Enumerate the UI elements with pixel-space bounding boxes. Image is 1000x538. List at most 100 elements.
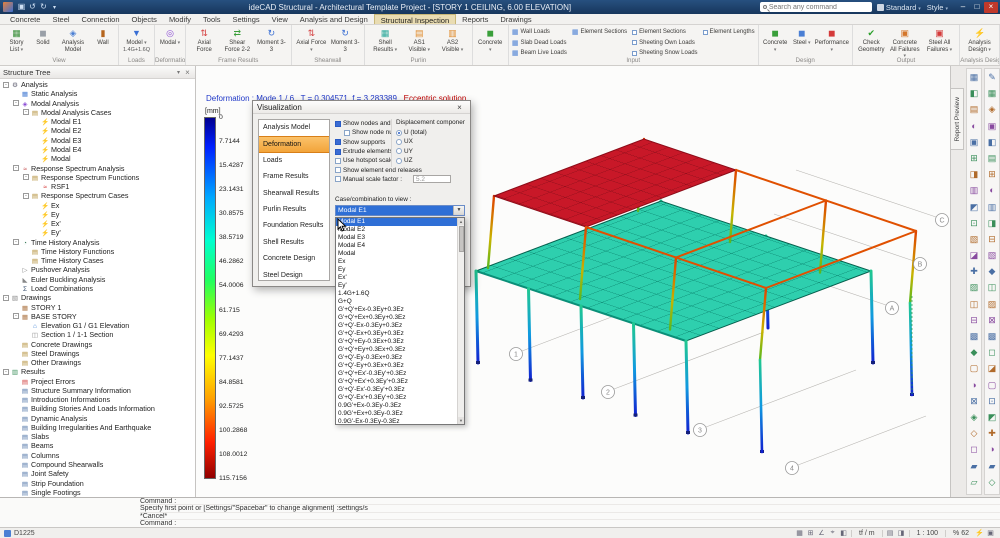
redo-icon[interactable] [38,1,49,13]
dialog-nav-item[interactable]: Shell Results [259,235,329,251]
tree-node[interactable]: Modal E1 [0,117,195,126]
layer-color-icon[interactable] [4,530,11,537]
tree-node[interactable]: Concrete Drawings [0,339,195,348]
dropdown-item[interactable]: G'+Q'-Ex'-0.3Ey'+0.3Ez [336,386,457,394]
ribbon-button[interactable]: Analysis Model [56,26,90,54]
status-icon[interactable]: ▣ [985,529,996,537]
ribbon-button[interactable]: Performance [815,26,849,54]
tool-icon[interactable]: ▨ [985,296,999,312]
scroll-thumb[interactable] [459,226,464,252]
style-dropdown[interactable]: Style [927,3,948,12]
close-button[interactable] [984,2,998,13]
tool-icon[interactable]: ◩ [967,199,981,215]
dropdown-item[interactable]: G'+Q'+Ex'-0.3Ey'+0.3Ez [336,370,457,378]
tool-icon[interactable]: ◑ [967,377,981,393]
tree-node[interactable]: Elevation G1 / G1 Elevation [0,321,195,330]
dropdown-item[interactable]: G'+Q'-Ex+0.3Ey+0.3Ez [336,330,457,338]
case-combo-box[interactable]: Modal E1 [335,205,465,216]
tool-icon[interactable]: ▢ [967,360,981,376]
status-icon[interactable]: ◨ [896,529,907,537]
tool-icon[interactable]: ◆ [967,344,981,360]
tree-node[interactable]: Strip Foundation [0,478,195,487]
tree-node[interactable]: STORY 1 [0,302,195,311]
dropdown-item[interactable]: Modal [336,250,457,258]
ribbon-button[interactable]: Wall [91,26,115,54]
tool-icon[interactable]: ◩ [985,409,999,425]
tool-icon[interactable]: ▤ [985,150,999,166]
manual-scale-input[interactable]: 5.2 [413,175,451,183]
tool-icon[interactable]: ◐ [967,118,981,134]
maximize-button[interactable] [970,2,984,13]
dialog-nav-item[interactable]: Foundation Results [259,218,329,234]
dropdown-item[interactable]: Modal E2 [336,226,457,234]
dropdown-item[interactable]: Ex' [336,274,457,282]
ribbon-button[interactable]: Axial Force [189,26,219,54]
tree-node[interactable]: Beams [0,441,195,450]
tool-icon[interactable]: ▥ [985,199,999,215]
expander-icon[interactable] [3,369,9,375]
dialog-nav-item[interactable]: Concrete Design [259,251,329,267]
dropdown-scrollbar[interactable] [457,218,464,424]
tool-icon[interactable]: ▢ [985,377,999,393]
expander-icon[interactable] [23,109,29,115]
status-icon[interactable]: ⊞ [805,529,816,537]
ribbon-button[interactable]: AS1 Visible [403,26,435,54]
drawing-scale-label[interactable]: 1 : 100 [917,530,938,537]
tool-icon[interactable]: ◑ [985,441,999,457]
displacement-radio[interactable]: UX [396,137,465,146]
dialog-nav-item[interactable]: Deformation [259,136,329,152]
tool-icon[interactable]: ▣ [967,134,981,150]
standard-dropdown[interactable]: Standard [877,3,921,12]
input-toggle-item[interactable]: Wall Loads [512,28,567,36]
expander-icon[interactable] [23,174,29,180]
menu-tab[interactable]: Analysis and Design [294,14,374,24]
expander-icon[interactable] [3,295,9,301]
model-3d-view[interactable]: 1 2 3 4 A B C [456,96,950,496]
menu-tab[interactable]: Modify [163,14,197,24]
ribbon-button[interactable]: Shear Force 2-2 [220,26,254,54]
ribbon-button[interactable]: Modal [158,26,182,48]
tool-icon[interactable]: ◪ [967,247,981,263]
tool-icon[interactable]: ▰ [985,458,999,474]
save-icon[interactable] [16,1,27,13]
ribbon-button[interactable]: Concrete [762,26,789,54]
tool-icon[interactable]: ✎ [985,69,999,85]
status-icon[interactable]: ⌖ [827,529,838,537]
tree-node[interactable]: Response Spectrum Analysis [0,163,195,172]
scroll-down-icon[interactable] [458,417,464,424]
tree-node[interactable]: Building Irregularities And Earthquake [0,423,195,432]
tool-icon[interactable]: ◨ [967,166,981,182]
input-toggle-item[interactable]: Slab Dead Loads [512,39,567,47]
tree-node[interactable]: Other Drawings [0,358,195,367]
tree-node[interactable]: Section 1 / 1-1 Section [0,330,195,339]
dropdown-item[interactable]: G'+Q'+Ex'+0.3Ey'+0.3Ez [336,378,457,386]
scroll-up-icon[interactable] [458,218,464,225]
tool-icon[interactable]: ▤ [967,101,981,117]
tree-node[interactable]: BASE STORY [0,312,195,321]
tree-node[interactable]: Time History Cases [0,256,195,265]
tool-icon[interactable]: ▨ [967,279,981,295]
dropdown-item[interactable]: Ex [336,258,457,266]
tree-node[interactable]: Load Combinations [0,284,195,293]
dropdown-item[interactable]: Modal E1 [336,218,457,226]
tree-node[interactable]: Drawings [0,293,195,302]
tree-node[interactable]: RSF1 [0,182,195,191]
tree-node[interactable]: Time History Analysis [0,238,195,247]
dropdown-item[interactable]: G'+Q'+Ey+0.3Ex+0.3Ez [336,346,457,354]
checkbox[interactable] [632,30,637,35]
tree-node[interactable]: Modal E2 [0,126,195,135]
status-icon[interactable]: ▦ [794,529,805,537]
menu-tab[interactable]: Connection [76,14,126,24]
dropdown-item[interactable]: G'+Q'+Ex+0.3Ey+0.3Ez [336,314,457,322]
ribbon-button[interactable]: Concrete [476,26,505,54]
command-panel[interactable]: Command :Specify first point or [Setting… [0,497,1000,527]
tree-node[interactable]: Modal Analysis Cases [0,108,195,117]
tool-icon[interactable]: ▧ [985,247,999,263]
dialog-nav-item[interactable]: Analysis Model [259,120,329,136]
combo-dropdown-arrow-icon[interactable] [453,206,464,215]
tool-icon[interactable]: ◆ [985,263,999,279]
minimize-button[interactable] [956,2,970,13]
ribbon-button[interactable]: Analysis Design [963,26,996,54]
dialog-nav-item[interactable]: Frame Results [259,169,329,185]
tree-node[interactable]: Time History Functions [0,247,195,256]
